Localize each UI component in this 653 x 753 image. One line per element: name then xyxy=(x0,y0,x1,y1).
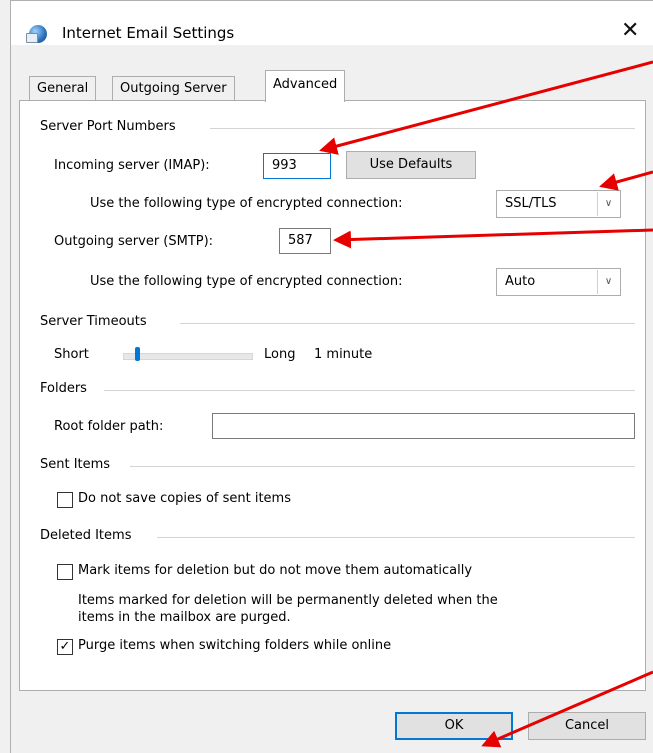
root-folder-label: Root folder path: xyxy=(54,419,164,434)
close-icon[interactable]: ✕ xyxy=(621,18,639,43)
advanced-panel: Server Port Numbers Incoming server (IMA… xyxy=(19,100,646,691)
outgoing-port-input[interactable]: 587 xyxy=(279,228,331,254)
section-divider xyxy=(104,390,635,391)
section-divider xyxy=(210,128,635,129)
section-folders: Folders xyxy=(40,381,92,396)
section-divider xyxy=(157,537,635,538)
section-server-port-numbers: Server Port Numbers xyxy=(40,119,181,134)
mark-for-deletion-checkbox[interactable] xyxy=(57,564,73,580)
ok-button[interactable]: OK xyxy=(395,712,513,740)
window-title: Internet Email Settings xyxy=(62,24,235,42)
incoming-encryption-label: Use the following type of encrypted conn… xyxy=(90,196,403,211)
outlook-globe-icon xyxy=(26,25,47,43)
timeout-slider-thumb[interactable] xyxy=(135,347,140,361)
cancel-button[interactable]: Cancel xyxy=(528,712,646,740)
section-divider xyxy=(180,323,635,324)
checkmark-icon: ✓ xyxy=(59,639,71,654)
incoming-server-label: Incoming server (IMAP): xyxy=(54,158,210,173)
tab-general[interactable]: General xyxy=(29,76,97,101)
incoming-encryption-select[interactable]: SSL/TLS ∨ xyxy=(496,190,621,218)
title-bar: Internet Email Settings ✕ xyxy=(11,1,653,45)
outgoing-encryption-label: Use the following type of encrypted conn… xyxy=(90,274,403,289)
outgoing-encryption-select[interactable]: Auto ∨ xyxy=(496,268,621,296)
tab-advanced[interactable]: Advanced xyxy=(265,70,346,102)
internet-email-settings-dialog: Internet Email Settings ✕ General Outgoi… xyxy=(10,0,653,753)
section-deleted-items: Deleted Items xyxy=(40,528,137,543)
chevron-down-icon: ∨ xyxy=(597,270,619,294)
use-defaults-button[interactable]: Use Defaults xyxy=(346,151,476,179)
mark-for-deletion-label: Mark items for deletion but do not move … xyxy=(78,563,473,578)
timeout-long-label: Long xyxy=(264,347,296,362)
outgoing-server-label: Outgoing server (SMTP): xyxy=(54,234,214,249)
deletion-note-line1: Items marked for deletion will be perman… xyxy=(78,593,498,608)
no-copies-checkbox[interactable] xyxy=(57,492,73,508)
no-copies-label: Do not save copies of sent items xyxy=(78,491,291,506)
timeout-short-label: Short xyxy=(54,347,89,362)
timeout-slider-track[interactable] xyxy=(123,353,253,360)
purge-items-label: Purge items when switching folders while… xyxy=(78,638,392,653)
section-divider xyxy=(130,466,635,467)
root-folder-input[interactable] xyxy=(212,413,635,439)
incoming-port-input[interactable]: 993 xyxy=(263,153,331,179)
purge-items-checkbox[interactable]: ✓ xyxy=(57,639,73,655)
section-sent-items: Sent Items xyxy=(40,457,116,472)
chevron-down-icon: ∨ xyxy=(597,192,619,216)
deletion-note-line2: items in the mailbox are purged. xyxy=(78,610,291,625)
timeout-value: 1 minute xyxy=(314,347,373,362)
outgoing-encryption-value: Auto xyxy=(505,274,536,289)
incoming-encryption-value: SSL/TLS xyxy=(505,196,557,211)
section-server-timeouts: Server Timeouts xyxy=(40,314,152,329)
tab-outgoing-server[interactable]: Outgoing Server xyxy=(112,76,235,101)
